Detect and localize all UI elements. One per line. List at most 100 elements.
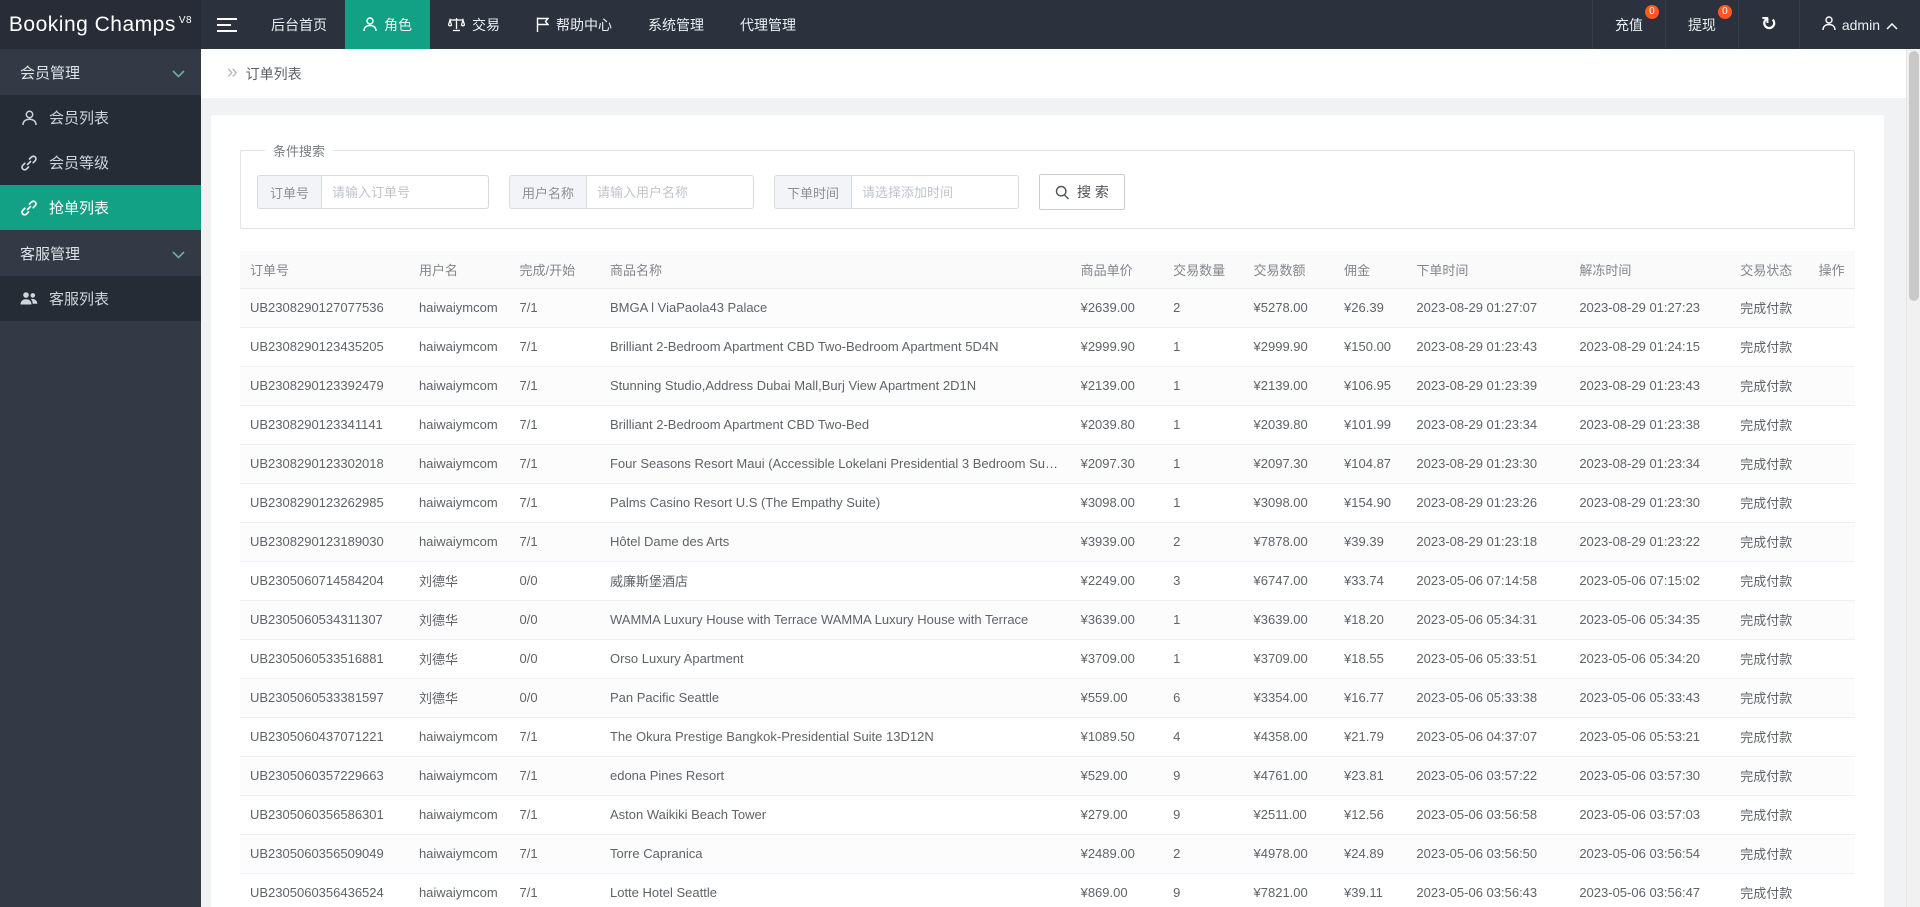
table-row: UB2305060356586301 haiwaiymcom 7/1 Aston Wa… <box>240 795 1855 835</box>
cell-order_no: UB2305060357229663 <box>240 756 409 796</box>
sidebar-item-order-grab-list[interactable]: 抢单列表 <box>0 185 201 230</box>
cell-status: 完成付款 <box>1730 834 1809 874</box>
cell-status: 完成付款 <box>1730 600 1809 640</box>
cell-price: ¥559.00 <box>1070 678 1164 718</box>
search-button[interactable]: 搜 索 <box>1039 174 1125 210</box>
tab-system-admin[interactable]: 系统管理 <box>630 0 722 49</box>
sidebar-item-member-list[interactable]: 会员列表 <box>0 95 201 140</box>
search-icon <box>1055 185 1070 200</box>
sidebar-group-service-admin[interactable]: 客服管理 <box>0 230 201 276</box>
cell-order_time: 2023-05-06 03:56:50 <box>1406 834 1570 874</box>
tab-agent-admin[interactable]: 代理管理 <box>722 0 814 49</box>
top-navbar: Booking Champs V8 后台首页 角色 交易 帮助中心 系统管理 代… <box>0 0 1920 49</box>
table-row: UB2305060714584204 刘德华 0/0 威廉斯堡酒店 ¥2249.00 3 ¥… <box>240 561 1855 601</box>
cell-price: ¥1089.50 <box>1070 717 1164 757</box>
cell-username: haiwaiymcom <box>408 795 510 835</box>
cell-commission: ¥106.95 <box>1334 366 1407 406</box>
cell-unfreeze_time: 2023-08-29 01:23:38 <box>1569 405 1731 445</box>
cell-price: ¥3709.00 <box>1070 639 1164 679</box>
sidebar: 会员管理 会员列表 会员等级 抢单列表 客服管理 客服列表 <box>0 49 201 907</box>
order-time-input[interactable] <box>851 175 1020 209</box>
withdraw-button[interactable]: 提现 0 <box>1664 0 1738 49</box>
cell-price: ¥869.00 <box>1070 873 1164 907</box>
search-button-label: 搜 索 <box>1077 184 1109 200</box>
cell-amount: ¥3354.00 <box>1243 678 1335 718</box>
cell-amount: ¥5278.00 <box>1243 288 1335 328</box>
tab-roles[interactable]: 角色 <box>345 0 430 49</box>
cell-qty: 1 <box>1163 366 1244 406</box>
cell-qty: 1 <box>1163 444 1244 484</box>
cell-action <box>1808 561 1855 601</box>
username-field-group: 用户名称 <box>509 175 755 209</box>
cell-product: Orso Luxury Apartment <box>599 639 1071 679</box>
cell-action <box>1808 366 1855 406</box>
cell-username: haiwaiymcom <box>408 756 510 796</box>
cell-amount: ¥7878.00 <box>1243 522 1335 562</box>
cell-status: 完成付款 <box>1730 444 1809 484</box>
column-header-order_no: 订单号 <box>240 251 409 289</box>
orders-table: 订单号 用户名 完成/开始 商品名称 商品单价 交易数量 交易数额 佣金 下单时间 解冻时间 交易状… <box>240 251 1855 907</box>
cell-product: Hôtel Dame des Arts <box>599 522 1071 562</box>
table-row: UB2305060357229663 haiwaiymcom 7/1 edona Pi… <box>240 756 1855 796</box>
person-icon <box>1822 15 1836 34</box>
cell-order_no: UB2308290123435205 <box>240 327 409 367</box>
cell-ratio: 0/0 <box>509 600 600 640</box>
cell-qty: 1 <box>1163 327 1244 367</box>
table-row: UB2308290123341141 haiwaiymcom 7/1 Brillian… <box>240 405 1855 445</box>
cell-action <box>1808 405 1855 445</box>
cell-order_time: 2023-05-06 05:34:31 <box>1406 600 1570 640</box>
refresh-button[interactable]: ↻ <box>1737 0 1799 49</box>
tab-help-center[interactable]: 帮助中心 <box>518 0 630 49</box>
cell-ratio: 7/1 <box>509 483 600 523</box>
orders-table-head: 订单号 用户名 完成/开始 商品名称 商品单价 交易数量 交易数额 佣金 下单时间 解冻时间 交易状… <box>240 251 1855 289</box>
user-menu[interactable]: admin <box>1798 0 1920 49</box>
breadcrumb: » 订单列表 <box>201 49 1906 98</box>
tab-dashboard[interactable]: 后台首页 <box>253 0 345 49</box>
order-no-input[interactable] <box>321 175 490 209</box>
column-header-action: 操作 <box>1808 251 1855 289</box>
cell-order_no: UB2305060437071221 <box>240 717 409 757</box>
logo-text: Booking Champs <box>8 12 176 36</box>
cell-order_no: UB2305060356586301 <box>240 795 409 835</box>
cell-amount: ¥6747.00 <box>1243 561 1335 601</box>
sidebar-group-member-admin[interactable]: 会员管理 <box>0 49 201 95</box>
cell-status: 完成付款 <box>1730 327 1809 367</box>
cell-order_time: 2023-08-29 01:23:34 <box>1406 405 1570 445</box>
cell-username: haiwaiymcom <box>408 366 510 406</box>
scrollbar-thumb[interactable] <box>1909 51 1919 301</box>
menu-toggle-icon[interactable] <box>201 0 253 49</box>
cell-ratio: 0/0 <box>509 639 600 679</box>
recharge-button[interactable]: 充值 0 <box>1591 0 1665 49</box>
cell-commission: ¥18.55 <box>1334 639 1407 679</box>
cell-qty: 3 <box>1163 561 1244 601</box>
cell-price: ¥2039.80 <box>1070 405 1164 445</box>
cell-action <box>1808 639 1855 679</box>
cell-order_no: UB2305060533381597 <box>240 678 409 718</box>
cell-order_no: UB2305060356509049 <box>240 834 409 874</box>
cell-commission: ¥21.79 <box>1334 717 1407 757</box>
group-label: 会员管理 <box>20 64 81 82</box>
cell-status: 完成付款 <box>1730 756 1809 796</box>
column-header-ratio: 完成/开始 <box>509 251 600 289</box>
table-row: UB2305060533516881 刘德华 0/0 Orso Luxury Apar… <box>240 639 1855 679</box>
cell-action <box>1808 444 1855 484</box>
cell-qty: 2 <box>1163 288 1244 328</box>
cell-product: Brilliant 2-Bedroom Apartment CBD Two-Be… <box>599 405 1071 445</box>
cell-order_no: UB2308290123302018 <box>240 444 409 484</box>
withdraw-badge: 0 <box>1717 5 1732 19</box>
cell-ratio: 7/1 <box>509 288 600 328</box>
cell-unfreeze_time: 2023-05-06 05:34:20 <box>1569 639 1731 679</box>
search-row: 订单号 用户名称 下单时间 搜 索 <box>257 174 1838 210</box>
tab-trade[interactable]: 交易 <box>430 0 518 49</box>
refresh-icon: ↻ <box>1760 14 1777 35</box>
cell-price: ¥2639.00 <box>1070 288 1164 328</box>
cell-status: 完成付款 <box>1730 522 1809 562</box>
cell-amount: ¥4978.00 <box>1243 834 1335 874</box>
cell-unfreeze_time: 2023-08-29 01:23:22 <box>1569 522 1731 562</box>
app-logo: Booking Champs V8 <box>0 0 201 49</box>
sidebar-item-service-list[interactable]: 客服列表 <box>0 276 201 321</box>
chevron-down-icon <box>172 65 185 82</box>
cell-order_time: 2023-08-29 01:23:26 <box>1406 483 1570 523</box>
username-input[interactable] <box>586 175 755 209</box>
sidebar-item-member-level[interactable]: 会员等级 <box>0 140 201 185</box>
